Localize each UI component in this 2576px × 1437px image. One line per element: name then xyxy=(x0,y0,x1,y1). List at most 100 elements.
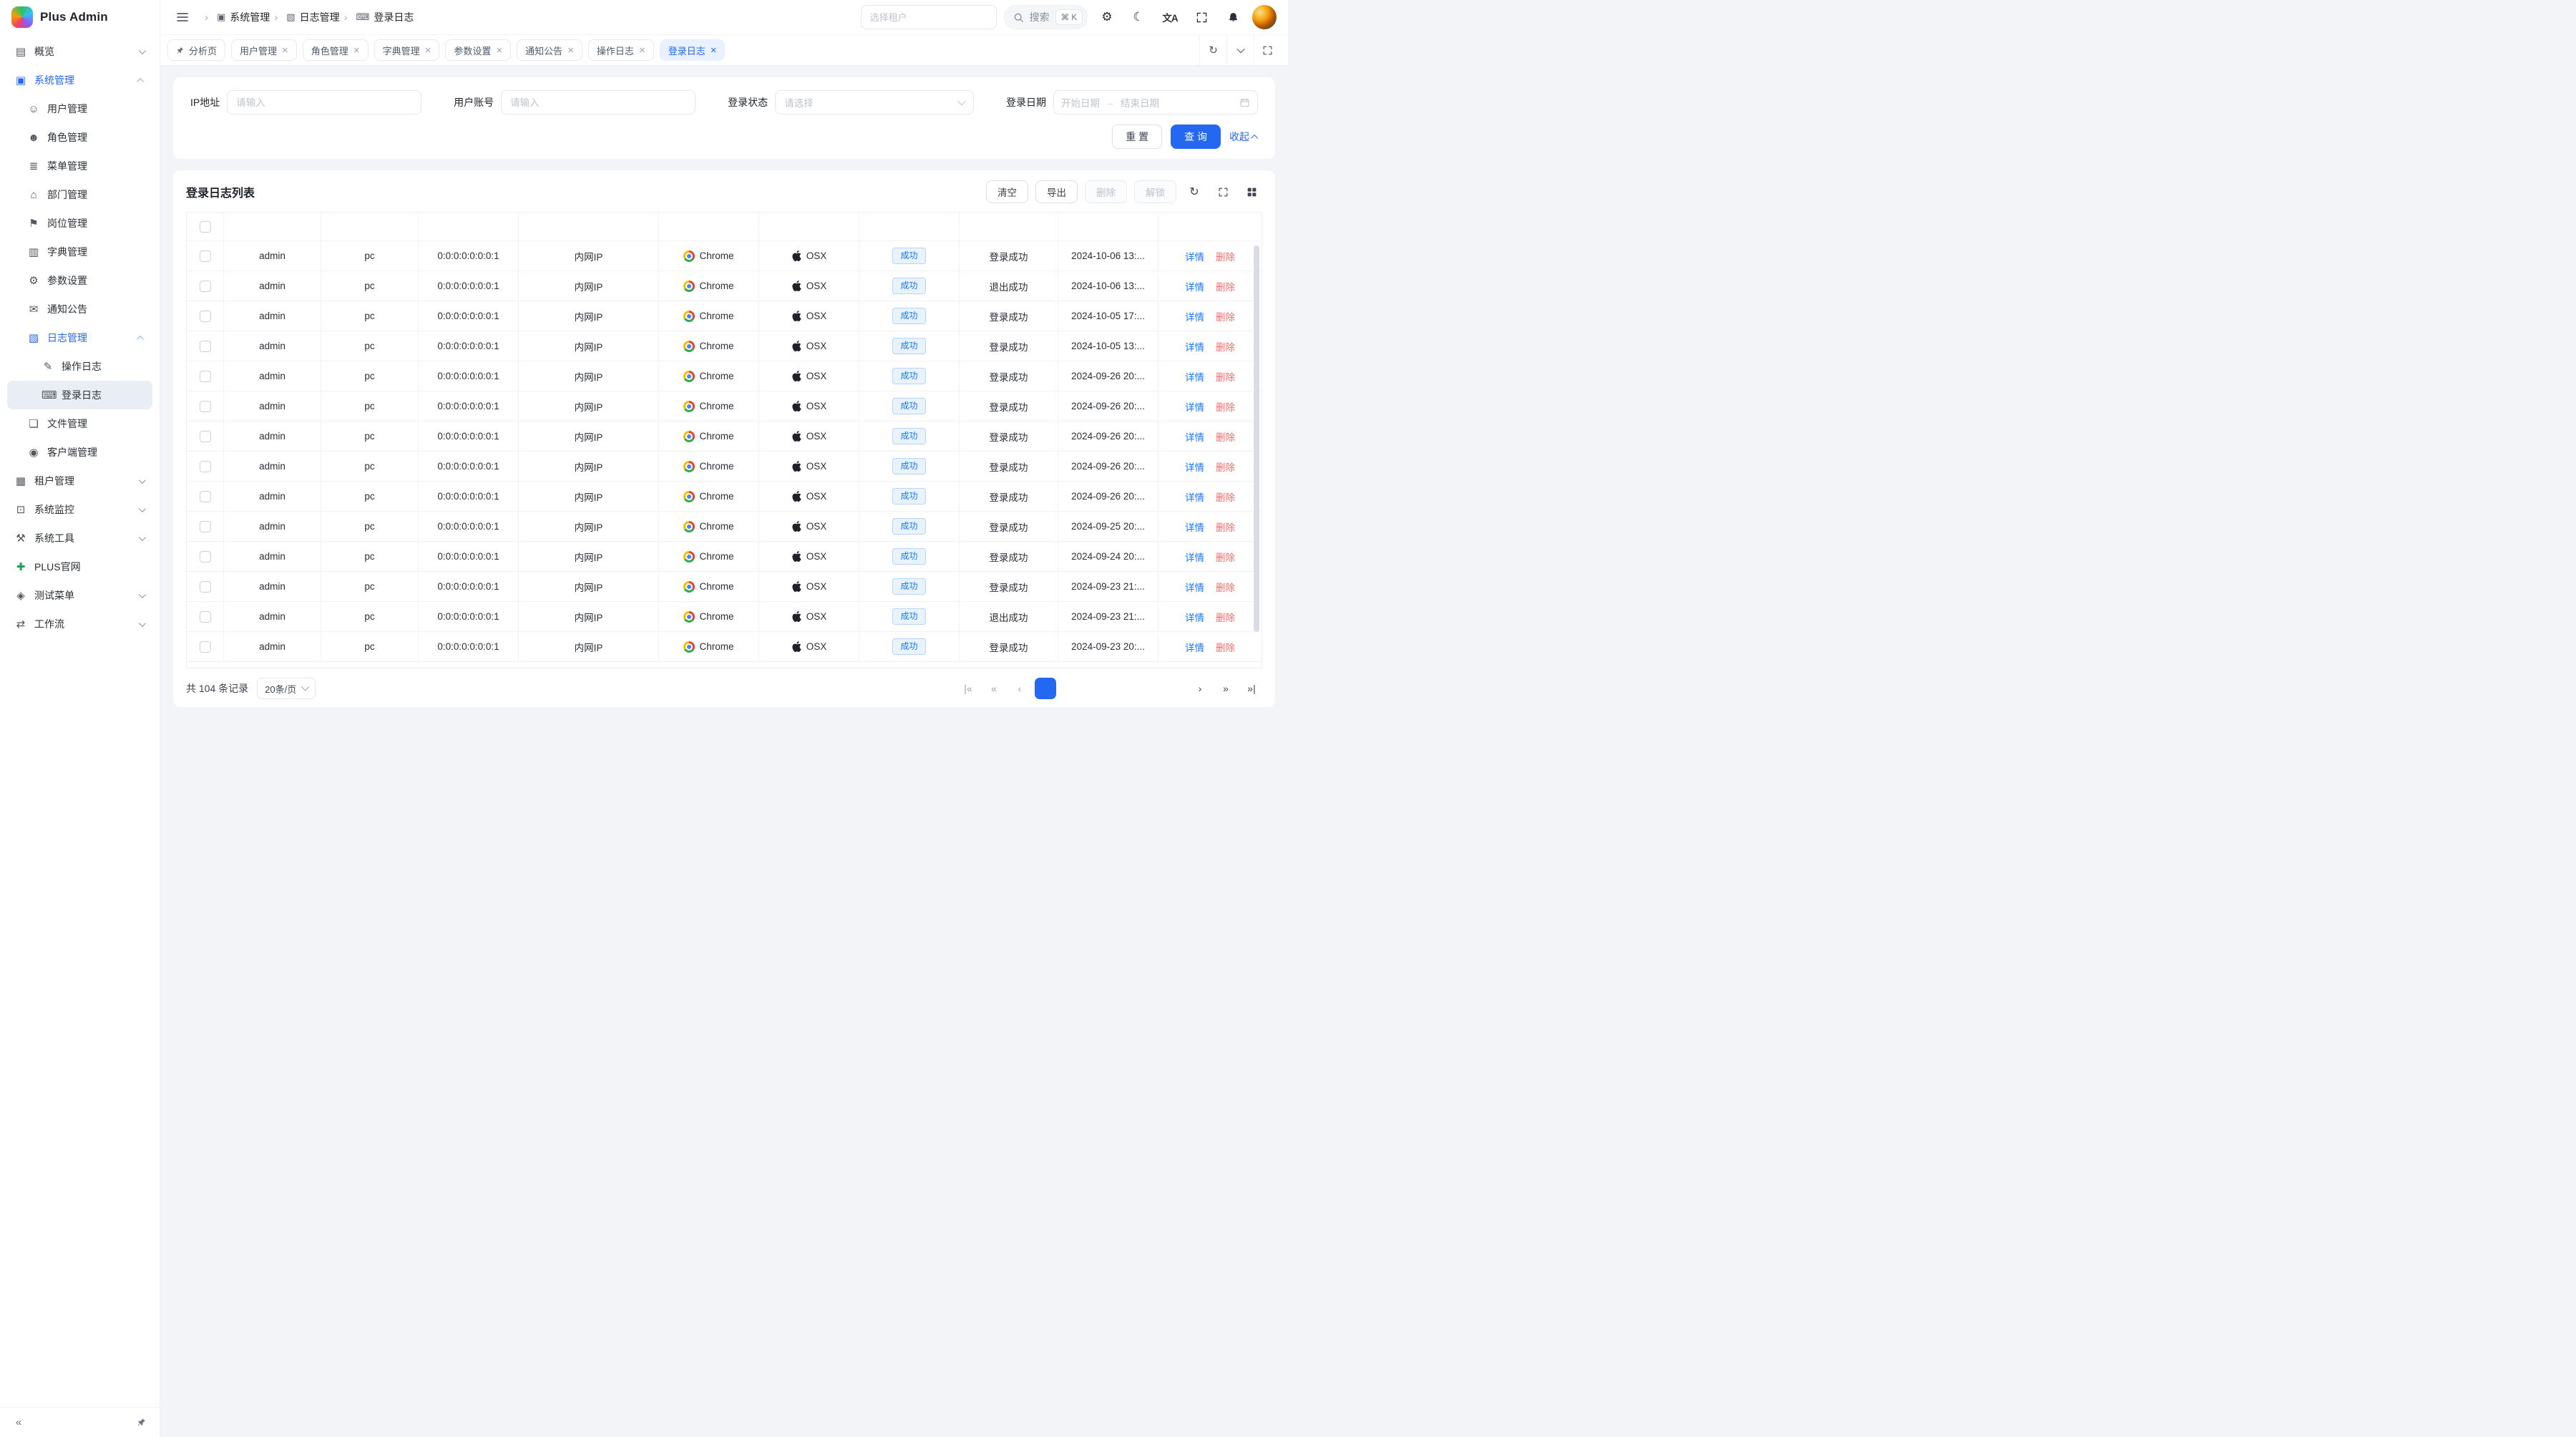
last-page-button[interactable]: »| xyxy=(1241,678,1262,699)
sidebar-item[interactable]: ⊡ 系统监控 xyxy=(7,495,152,524)
ip-input[interactable] xyxy=(227,90,421,115)
detail-link[interactable]: 详情 xyxy=(1185,429,1204,444)
sidebar-toggle-button[interactable] xyxy=(172,6,193,28)
sidebar-item[interactable]: ✉ 通知公告 xyxy=(7,295,152,323)
table-scrollbar[interactable] xyxy=(1254,245,1259,632)
content-fullscreen-button[interactable] xyxy=(1254,35,1281,65)
page-tab[interactable]: 分析页 × xyxy=(167,39,225,61)
sidebar-item[interactable]: ⚑ 岗位管理 xyxy=(7,209,152,238)
row-checkbox[interactable] xyxy=(200,641,211,653)
sidebar-item[interactable]: ▥ 字典管理 xyxy=(7,238,152,266)
sidebar-item[interactable]: ▤ 概览 xyxy=(7,37,152,66)
table-fullscreen-button[interactable] xyxy=(1212,181,1234,203)
reset-button[interactable]: 重 置 xyxy=(1112,125,1162,149)
detail-link[interactable]: 详情 xyxy=(1185,309,1204,323)
delete-button[interactable]: 删除 xyxy=(1085,180,1127,203)
language-button[interactable]: 文A xyxy=(1158,5,1182,29)
delete-link[interactable]: 删除 xyxy=(1216,489,1235,504)
delete-link[interactable]: 删除 xyxy=(1216,399,1235,414)
table-refresh-button[interactable]: ↻ xyxy=(1184,181,1205,203)
row-checkbox[interactable] xyxy=(200,371,211,382)
sidebar-item[interactable]: ◈ 测试菜单 xyxy=(7,581,152,610)
row-checkbox[interactable] xyxy=(200,281,211,292)
row-checkbox[interactable] xyxy=(200,581,211,593)
tab-close-icon[interactable]: × xyxy=(496,45,502,56)
row-checkbox[interactable] xyxy=(200,551,211,562)
row-checkbox[interactable] xyxy=(200,521,211,532)
column-header[interactable] xyxy=(519,213,659,241)
page-tab[interactable]: 参数设置 × xyxy=(445,39,511,61)
tab-refresh-button[interactable]: ↻ xyxy=(1199,35,1226,65)
sidebar-item[interactable]: ⚒ 系统工具 xyxy=(7,524,152,552)
column-header[interactable] xyxy=(419,213,519,241)
breadcrumb-item[interactable]: › ⌨ 登录日志 xyxy=(343,10,414,24)
sidebar-item[interactable]: ⚙ 参数设置 xyxy=(7,266,152,295)
date-range-picker[interactable]: 开始日期 → 结束日期 xyxy=(1053,90,1258,115)
detail-link[interactable]: 详情 xyxy=(1185,610,1204,624)
search-button[interactable]: 查 询 xyxy=(1171,125,1221,149)
detail-link[interactable]: 详情 xyxy=(1185,459,1204,474)
delete-link[interactable]: 删除 xyxy=(1216,309,1235,323)
select-all-checkbox[interactable] xyxy=(200,221,211,233)
sidebar-item[interactable]: ▦ 租户管理 xyxy=(7,467,152,495)
page-tab[interactable]: 登录日志 × xyxy=(660,39,726,61)
delete-link[interactable]: 删除 xyxy=(1216,249,1235,263)
breadcrumb-item[interactable]: › ▣ 系统管理 xyxy=(203,10,270,24)
delete-link[interactable]: 删除 xyxy=(1216,369,1235,384)
page-tab[interactable]: 字典管理 × xyxy=(374,39,440,61)
next-fast-button[interactable]: » xyxy=(1215,678,1236,699)
tab-close-icon[interactable]: × xyxy=(353,45,360,56)
detail-link[interactable]: 详情 xyxy=(1185,550,1204,564)
user-avatar[interactable] xyxy=(1252,5,1277,29)
page-tab[interactable]: 角色管理 × xyxy=(303,39,369,61)
sidebar-item[interactable]: ▣ 系统管理 xyxy=(7,66,152,94)
detail-link[interactable]: 详情 xyxy=(1185,640,1204,654)
column-header[interactable] xyxy=(859,213,960,241)
page-tab[interactable]: 用户管理 × xyxy=(231,39,297,61)
delete-link[interactable]: 删除 xyxy=(1216,550,1235,564)
delete-link[interactable]: 删除 xyxy=(1216,580,1235,594)
fullscreen-button[interactable] xyxy=(1189,5,1214,29)
settings-button[interactable]: ⚙ xyxy=(1095,5,1119,29)
tab-close-icon[interactable]: × xyxy=(711,45,717,56)
sidebar-item[interactable]: ▧ 日志管理 xyxy=(7,323,152,352)
page-number-button[interactable] xyxy=(1086,678,1108,699)
tab-close-icon[interactable]: × xyxy=(567,45,574,56)
column-header[interactable] xyxy=(321,213,419,241)
detail-link[interactable]: 详情 xyxy=(1185,369,1204,384)
page-number-button[interactable] xyxy=(1163,678,1185,699)
sidebar-item[interactable]: ☺ 用户管理 xyxy=(7,94,152,123)
detail-link[interactable]: 详情 xyxy=(1185,520,1204,534)
page-number-button[interactable] xyxy=(1138,678,1159,699)
detail-link[interactable]: 详情 xyxy=(1185,249,1204,263)
page-number-button[interactable] xyxy=(1112,678,1133,699)
tab-close-icon[interactable]: × xyxy=(639,45,645,56)
tenant-select[interactable] xyxy=(861,5,997,29)
delete-link[interactable]: 删除 xyxy=(1216,429,1235,444)
column-header[interactable] xyxy=(759,213,859,241)
sidebar-item[interactable]: ✚ PLUS官网 xyxy=(7,552,152,581)
sidebar-item[interactable]: ❏ 文件管理 xyxy=(7,409,152,438)
sidebar-item[interactable]: ≣ 菜单管理 xyxy=(7,152,152,180)
page-size-select[interactable]: 20条/页 xyxy=(257,678,316,699)
clear-button[interactable]: 清空 xyxy=(986,180,1028,203)
detail-link[interactable]: 详情 xyxy=(1185,339,1204,354)
row-checkbox[interactable] xyxy=(200,431,211,442)
row-checkbox[interactable] xyxy=(200,250,211,262)
sidebar-item[interactable]: ⇄ 工作流 xyxy=(7,610,152,638)
delete-link[interactable]: 删除 xyxy=(1216,520,1235,534)
column-header[interactable] xyxy=(960,213,1058,241)
collapse-filter-link[interactable]: 收起 xyxy=(1229,130,1258,144)
first-page-button[interactable]: |« xyxy=(957,678,979,699)
column-header[interactable] xyxy=(224,213,321,241)
notifications-button[interactable] xyxy=(1221,5,1245,29)
sidebar-collapse-button[interactable]: « xyxy=(9,1413,29,1433)
sidebar-item[interactable]: ◉ 客户端管理 xyxy=(7,438,152,467)
sidebar-item[interactable]: ✎ 操作日志 xyxy=(7,352,152,381)
app-logo[interactable]: Plus Admin xyxy=(0,0,160,34)
column-header[interactable] xyxy=(1158,213,1262,241)
tab-menu-button[interactable] xyxy=(1226,35,1254,65)
sidebar-pin-button[interactable] xyxy=(131,1413,151,1433)
tab-close-icon[interactable]: × xyxy=(282,45,288,56)
row-checkbox[interactable] xyxy=(200,611,211,623)
